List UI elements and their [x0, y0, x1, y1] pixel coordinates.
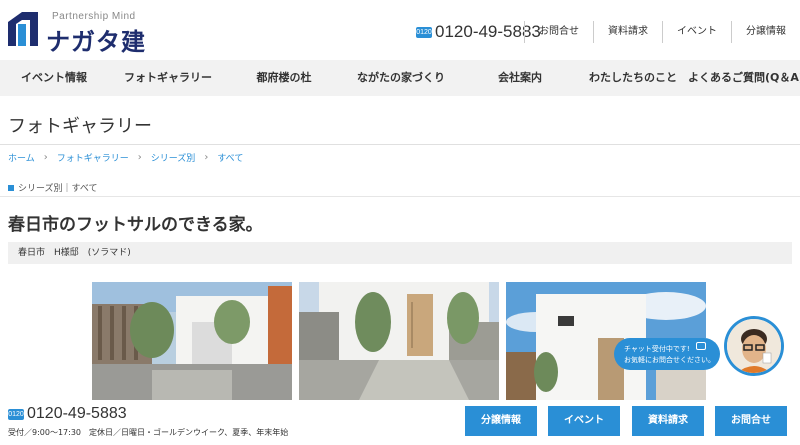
nav-item-company[interactable]: 会社案内 [462, 60, 578, 96]
freedial-icon: 0120 [416, 26, 432, 38]
nav-item-faq[interactable]: よくあるご質問(Q＆A) [688, 60, 800, 96]
site-logo[interactable]: Partnership Mind ナガタ建設 [8, 10, 168, 91]
nav-item-about-us[interactable]: わたしたちのこと [578, 60, 688, 96]
breadcrumb-all[interactable]: すべて [217, 151, 243, 164]
logo-tagline: Partnership Mind [52, 11, 136, 22]
header-phone[interactable]: 0120 0120-49-5883 [416, 21, 541, 43]
cta-lots-button[interactable]: 分譲情報 [465, 406, 537, 436]
breadcrumb-chevron-icon: › [137, 152, 142, 163]
breadcrumb-series[interactable]: シリーズ別 [151, 151, 196, 164]
square-bullet-icon [8, 184, 14, 191]
staff-photo [727, 319, 781, 373]
chat-avatar[interactable] [724, 316, 784, 376]
category-divider [0, 196, 800, 197]
nav-item-gallery[interactable]: フォトギャラリー [108, 60, 228, 96]
category-text: シリーズ別｜すべて [18, 184, 98, 194]
breadcrumb-gallery[interactable]: フォトギャラリー [57, 151, 129, 164]
nav-item-house-building[interactable]: ながたの家づくり [340, 60, 462, 96]
chat-line-2: お気軽にお問合せください。 [624, 356, 715, 364]
category-label: シリーズ別｜すべて [8, 181, 98, 194]
nav-item-tofuro[interactable]: 都府楼の杜 [228, 60, 340, 96]
breadcrumb-chevron-icon: › [204, 152, 209, 163]
top-link-lots[interactable]: 分譲情報 [731, 21, 800, 43]
logo-mark-icon [8, 12, 38, 46]
top-link-contact[interactable]: お問合せ [524, 21, 593, 43]
title-divider [0, 144, 800, 145]
header-top-links: お問合せ 資料請求 イベント 分譲情報 [524, 21, 800, 43]
breadcrumb: ホーム › フォトギャラリー › シリーズ別 › すべて [8, 151, 243, 164]
gallery-photo-1[interactable] [92, 282, 292, 400]
cta-brochure-button[interactable]: 資料請求 [632, 406, 704, 436]
breadcrumb-chevron-icon: › [43, 152, 48, 163]
gallery-photo-2[interactable] [299, 282, 499, 400]
house-title: 春日市のフットサルのできる家。 [8, 215, 263, 235]
footer-phone-number: 0120-49-5883 [27, 405, 127, 422]
breadcrumb-home[interactable]: ホーム [8, 151, 35, 164]
freedial-icon: 0120 [8, 408, 24, 420]
page-title: フォトギャラリー [8, 116, 152, 137]
house-info-bar: 春日市 H様邸 (ソラマド) [8, 242, 792, 264]
top-link-event[interactable]: イベント [662, 21, 731, 43]
site-header: Partnership Mind ナガタ建設 0120 0120-49-5883… [0, 0, 800, 91]
cta-event-button[interactable]: イベント [548, 406, 620, 436]
top-link-brochure[interactable]: 資料請求 [593, 21, 662, 43]
nav-item-events[interactable]: イベント情報 [0, 60, 108, 96]
footer-phone[interactable]: 0120 0120-49-5883 [8, 405, 127, 423]
chat-icon [696, 342, 706, 350]
main-nav: イベント情報 フォトギャラリー 都府楼の杜 ながたの家づくり 会社案内 わたした… [0, 60, 800, 96]
business-hours: 受付／9:00〜17:30 定休日／日曜日・ゴールデンウイーク、夏季、年末年始 [8, 428, 289, 437]
cta-contact-button[interactable]: お問合せ [715, 406, 787, 436]
chat-bubble[interactable]: チャット受付中です! お気軽にお問合せください。 [614, 338, 720, 370]
